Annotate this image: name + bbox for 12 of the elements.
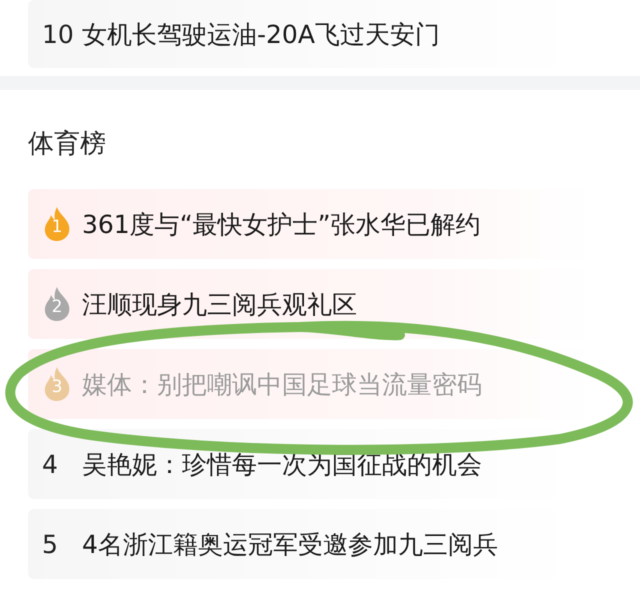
rank-badge: 3 — [42, 366, 72, 402]
news-title: 4名浙江籍奥运冠军受邀参加九三阅兵 — [82, 528, 498, 560]
news-title: 女机长驾驶运油-20A飞过天安门 — [82, 18, 440, 50]
news-title: 媒体：别把嘲讽中国足球当流量密码 — [82, 368, 482, 400]
rank-number: 5 — [42, 530, 59, 558]
rank-badge: 1 — [42, 206, 72, 242]
rank-number: 10 — [42, 20, 75, 48]
news-title: 361度与“最快女护士”张水华已解约 — [82, 208, 481, 240]
news-title: 汪顺现身九三阅兵观礼区 — [82, 288, 357, 320]
section-title: 体育榜 — [27, 128, 107, 161]
rank-number: 4 — [42, 450, 59, 478]
rank-badge: 2 — [42, 286, 72, 322]
